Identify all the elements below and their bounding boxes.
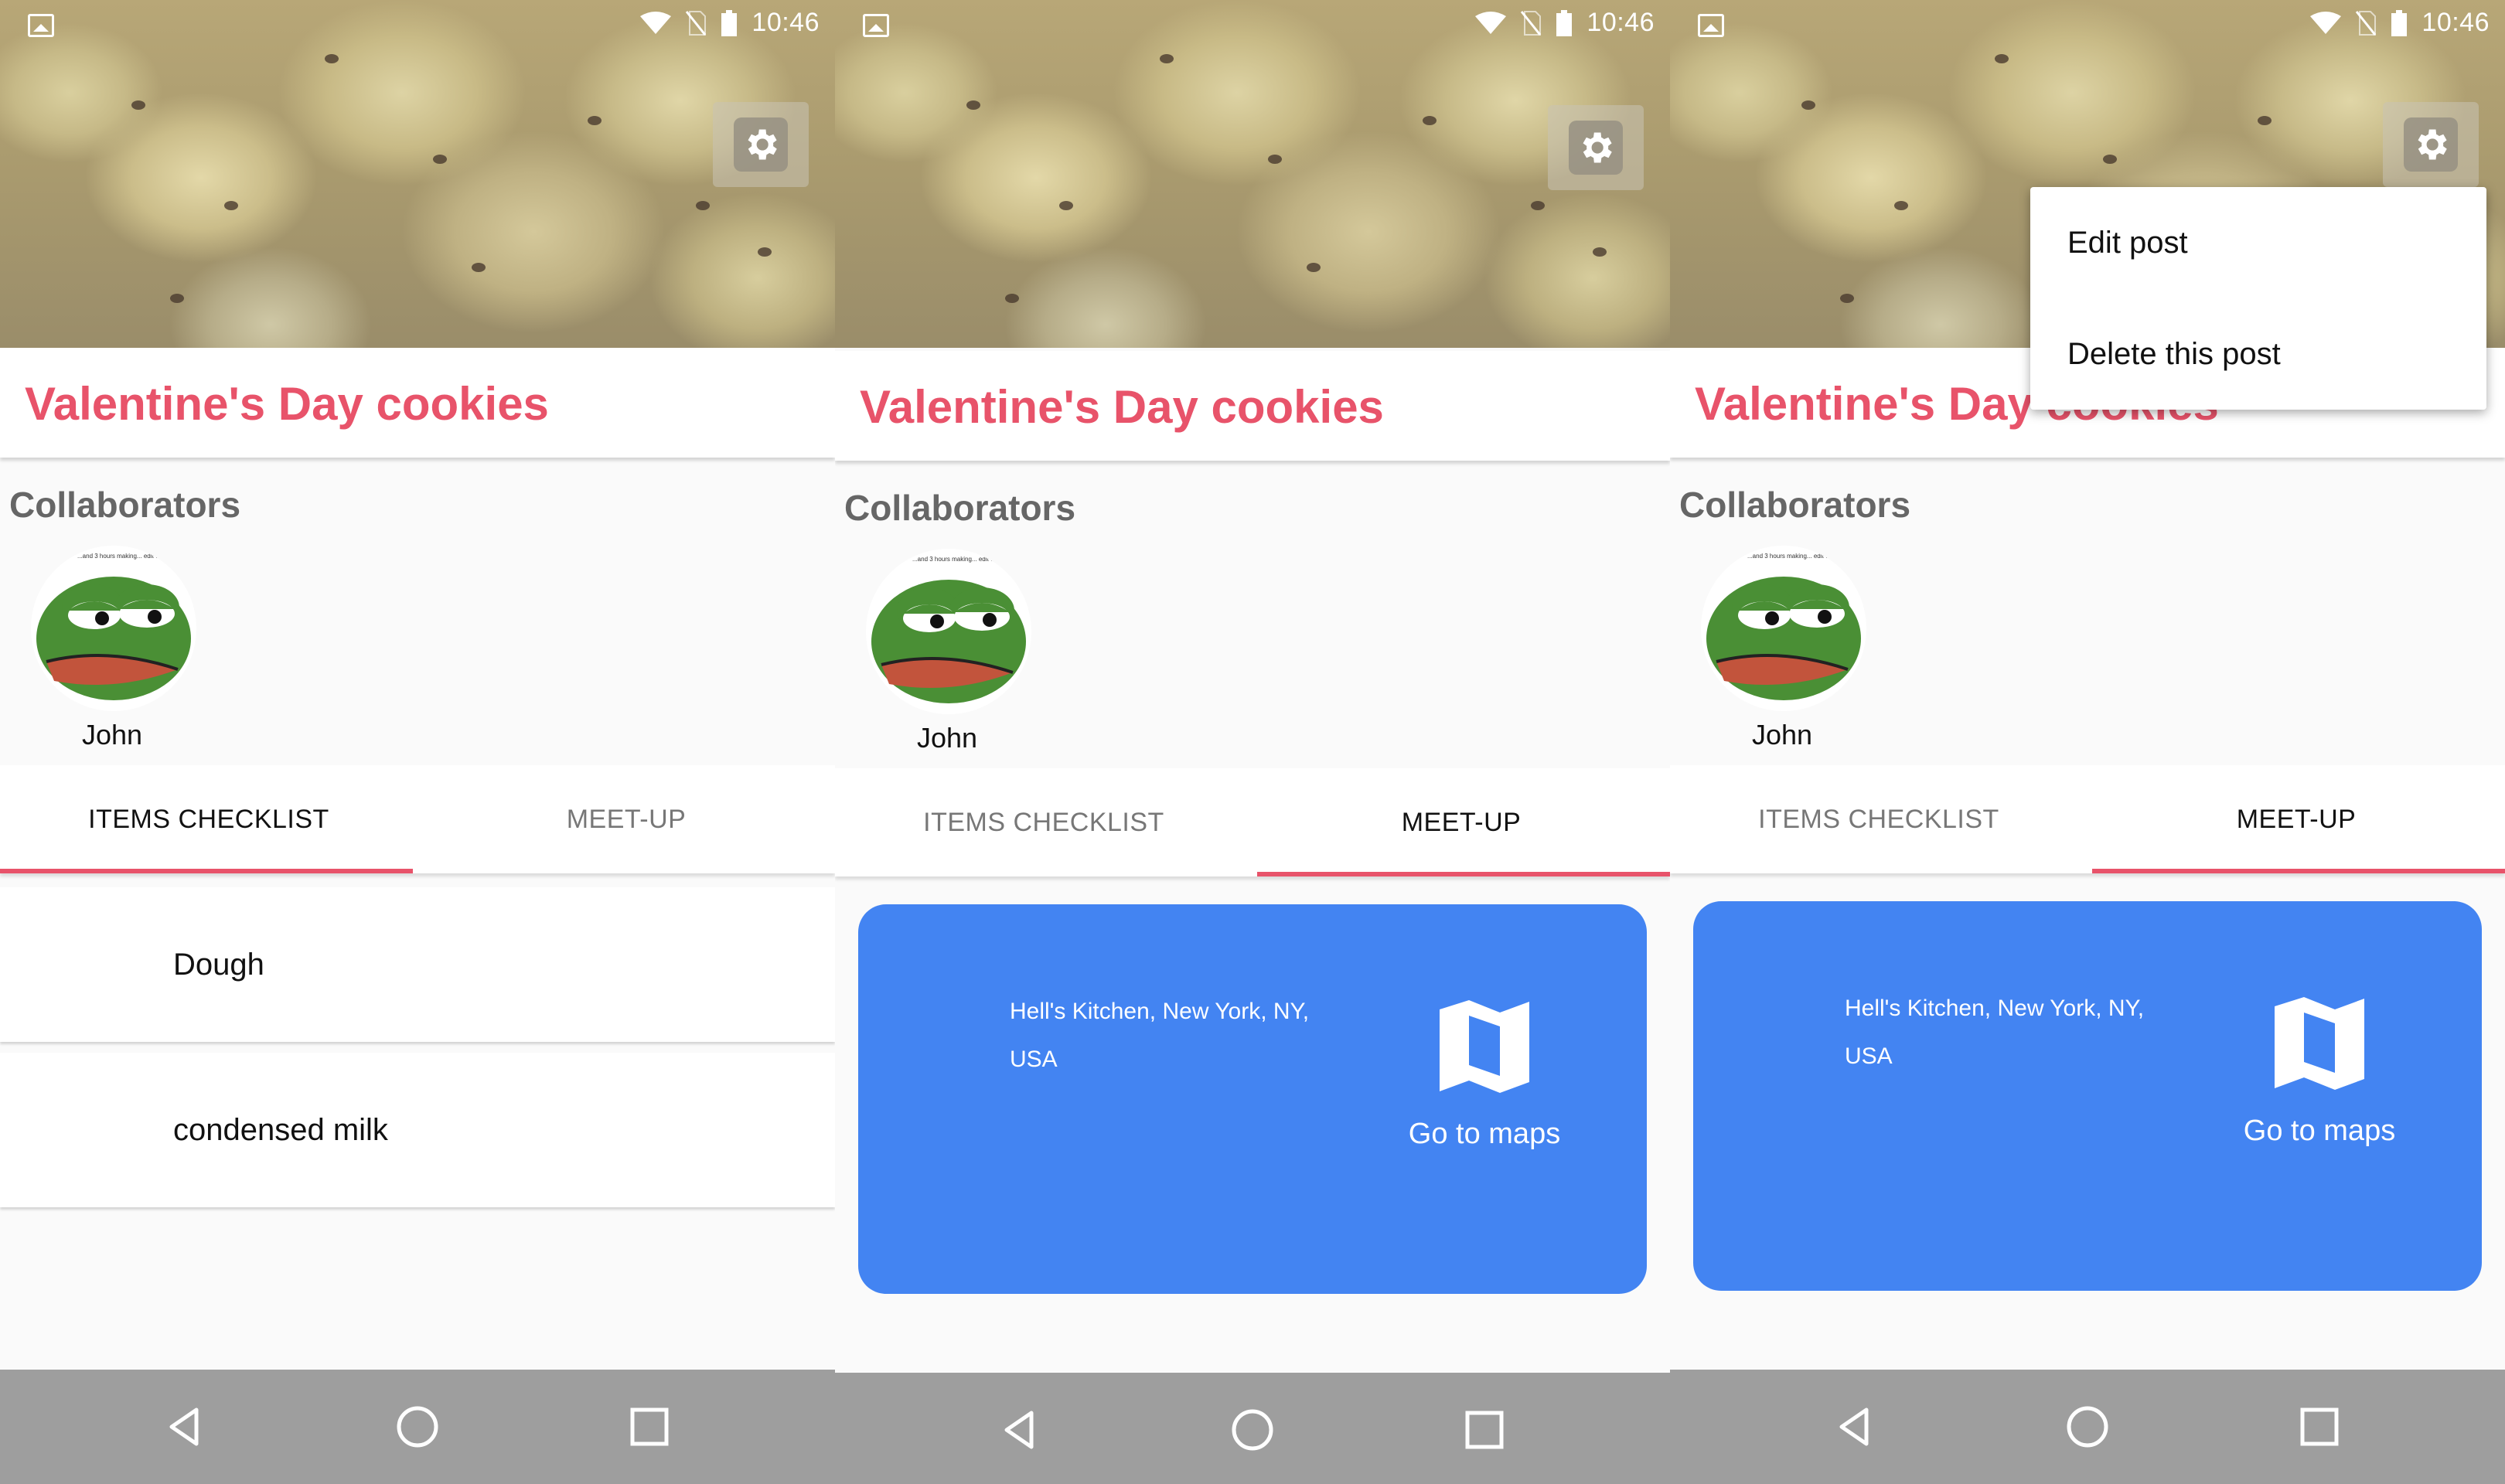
status-bar: 10:46 [835,0,1670,51]
back-icon [1004,1411,1034,1449]
no-sim-icon [2356,10,2377,36]
tab-bar: ITEMS CHECKLIST MEET-UP [1670,765,2505,873]
address-line: Hell's Kitchen, New York, NY, [1845,996,2145,1021]
tab-bar: ITEMS CHECKLIST MEET-UP [835,768,1670,876]
post-title-card: Valentine's Day cookies [0,348,835,458]
back-button[interactable] [155,1396,216,1458]
settings-button[interactable] [1548,105,1644,190]
system-nav-bar [835,1373,1670,1484]
gear-icon [1583,132,1612,163]
tab-bar: ITEMS CHECKLIST MEET-UP [0,765,835,873]
status-bar: 10:46 [0,0,835,51]
system-nav-bar [0,1370,835,1484]
checklist-item-label: condensed milk [173,1112,388,1147]
home-icon [2067,1406,2108,1448]
recents-icon [1465,1411,1504,1449]
collaborators-heading: Collaborators [9,485,241,525]
map-icon [1440,1000,1529,1093]
active-tab-indicator [0,869,413,873]
collaborators-heading: Collaborators [844,488,1076,528]
collaborator-name: John [82,719,143,751]
menu-item-edit-post[interactable]: Edit post [2030,187,2486,298]
status-time: 10:46 [1586,8,1655,37]
list-item[interactable]: condensed milk [0,1053,835,1207]
tab-items-checklist[interactable]: ITEMS CHECKLIST [1670,765,2088,873]
wifi-icon [640,11,672,34]
recents-icon [630,1407,669,1446]
settings-button[interactable] [713,102,809,187]
image-notification-icon [1698,14,1724,37]
back-button[interactable] [1825,1396,1886,1458]
home-button[interactable] [1222,1399,1283,1461]
battery-icon [1556,9,1573,36]
settings-button[interactable] [2383,102,2479,187]
collaborator-name: John [917,722,978,754]
system-nav-bar [1670,1370,2505,1484]
meetup-address: Hell's Kitchen, New York, NY, USA [1010,988,1358,1084]
tab-meet-up[interactable]: MEET-UP [2088,765,2505,873]
collaborator-name: John [1752,719,1813,751]
collaborators-heading: Collaborators [1679,485,1911,525]
address-line: USA [1845,1043,1893,1069]
wifi-icon [1475,11,1507,34]
avatar-caption: ...and 3 hours making... edit watermarks… [77,553,196,560]
tab-items-checklist[interactable]: ITEMS CHECKLIST [835,768,1252,876]
recents-button[interactable] [2289,1396,2350,1458]
image-notification-icon [28,14,54,37]
tab-meet-up[interactable]: MEET-UP [418,765,835,873]
header-image [0,0,835,348]
list-item[interactable]: Dough [0,887,835,1042]
image-notification-icon [863,14,889,37]
back-icon [1839,1407,1869,1446]
address-line: USA [1010,1047,1058,1072]
wifi-icon [2310,11,2342,34]
battery-icon [721,9,738,36]
home-button[interactable] [2057,1396,2118,1458]
status-bar: 10:46 [1670,0,2505,51]
gear-icon [748,129,777,160]
recents-button[interactable] [619,1396,680,1458]
no-sim-icon [686,10,707,36]
avatar-caption: ...and 3 hours making... edit watermarks… [1747,553,1866,560]
post-title-card: Valentine's Day cookies [835,351,1670,461]
screen-meet-up: 10:46 Valentine's Day cookies Collaborat… [835,0,1670,1484]
avatar[interactable]: ...and 3 hours making... edit watermarks… [866,549,1031,714]
overflow-menu: Edit post Delete this post [2030,187,2486,410]
post-title: Valentine's Day cookies [860,381,1384,433]
map-icon [2275,997,2364,1090]
address-line: Hell's Kitchen, New York, NY, [1010,999,1310,1024]
no-sim-icon [1521,10,1542,36]
meetup-location-card[interactable]: Hell's Kitchen, New York, NY, USA Go to … [1693,901,2482,1291]
gear-icon [2418,129,2447,160]
checklist-item-label: Dough [173,947,264,982]
screen-items-checklist: 10:46 Valentine's Day cookies Collaborat… [0,0,835,1484]
avatar-caption: ...and 3 hours making... edit watermarks… [912,556,1031,563]
tab-items-checklist[interactable]: ITEMS CHECKLIST [0,765,418,873]
post-title: Valentine's Day cookies [25,378,549,430]
recents-icon [2300,1407,2339,1446]
battery-icon [2391,9,2408,36]
status-time: 10:46 [2422,8,2490,37]
recents-button[interactable] [1454,1399,1515,1461]
menu-item-delete-post[interactable]: Delete this post [2030,298,2486,410]
home-button[interactable] [387,1396,448,1458]
screenshot-strip: 10:46 Valentine's Day cookies Collaborat… [0,0,2505,1484]
go-to-maps-button[interactable]: Go to maps [1399,1118,1569,1151]
back-button[interactable] [990,1399,1051,1461]
active-tab-indicator [1257,872,1670,876]
status-time: 10:46 [752,8,820,37]
home-icon [397,1406,438,1448]
meetup-address: Hell's Kitchen, New York, NY, USA [1845,985,2193,1081]
header-image [835,0,1670,348]
active-tab-indicator [2092,869,2505,873]
tab-meet-up[interactable]: MEET-UP [1252,768,1670,876]
back-icon [169,1407,199,1446]
avatar[interactable]: ...and 3 hours making... edit watermarks… [1701,546,1866,711]
meetup-location-card[interactable]: Hell's Kitchen, New York, NY, USA Go to … [858,904,1647,1294]
go-to-maps-button[interactable]: Go to maps [2234,1115,2404,1148]
home-icon [1232,1409,1273,1451]
avatar[interactable]: ...and 3 hours making... edit watermarks… [31,546,196,711]
